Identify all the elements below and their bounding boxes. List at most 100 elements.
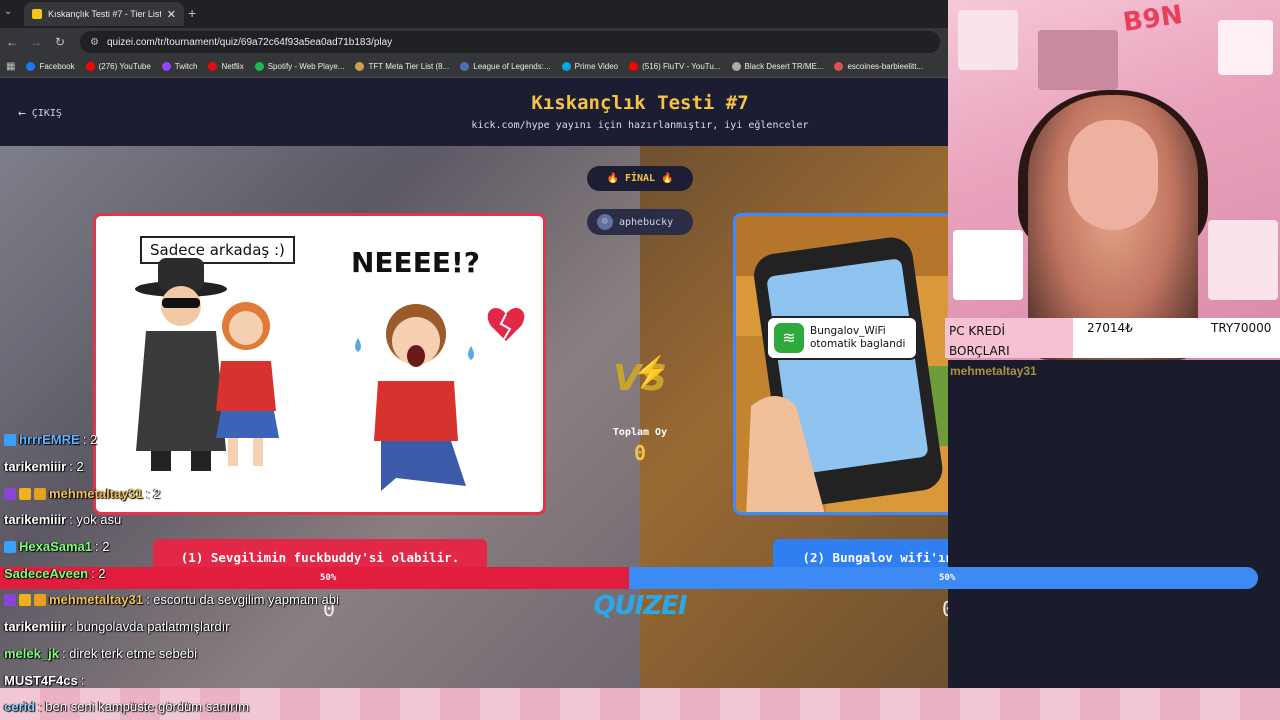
chat-username: MUST4F4cs bbox=[4, 673, 78, 688]
stream-logo: B9N bbox=[1121, 0, 1185, 39]
bookmark-label: Netflix bbox=[221, 62, 244, 71]
back-icon[interactable]: ← bbox=[0, 35, 24, 49]
chat-message: mehmetaltay31 : escortu da sevgilim yapm… bbox=[4, 592, 339, 607]
bookmark-item[interactable]: (516) FluTV - YouTu... bbox=[629, 62, 721, 71]
reload-icon[interactable]: ↻ bbox=[48, 35, 72, 49]
chat-text: : ben seni kampüste gördüm sanırım bbox=[38, 699, 250, 714]
chat-username: SadeceAveen bbox=[4, 566, 89, 581]
debt-label: PC KREDİ BORÇLARI bbox=[945, 318, 1073, 358]
option-right-card[interactable]: ≋ Bungalov_WiFi otomatik baglandi bbox=[733, 213, 948, 515]
bookmark-favicon-icon bbox=[834, 62, 844, 71]
bookmark-favicon-icon bbox=[355, 62, 365, 71]
wifi-text-line1: Bungalov_WiFi bbox=[810, 324, 886, 337]
apps-icon[interactable]: ▦ bbox=[6, 61, 15, 72]
exit-button[interactable]: ← ÇIKIŞ bbox=[18, 106, 62, 121]
chat-username: tarikemiiir bbox=[4, 459, 67, 474]
chat-message: MUST4F4cs : bbox=[4, 673, 84, 688]
bookmark-label: Spotify - Web Playe... bbox=[267, 62, 345, 71]
debt-label-line1: PC KREDİ bbox=[949, 324, 1005, 338]
chat-text: : 2 bbox=[91, 566, 106, 581]
bookmark-label: Twitch bbox=[174, 62, 198, 71]
chat-text: : 2 bbox=[145, 486, 161, 501]
browser-tab-bar: ⌄ Kıskançlık Testi #7 - Tier List, Kı ✕ … bbox=[0, 0, 948, 28]
arrow-left-icon: ← bbox=[18, 106, 26, 121]
bookmark-label: (276) YouTube bbox=[98, 62, 151, 71]
chat-message: mehmetaltay31 : 2 bbox=[4, 486, 160, 501]
bookmark-favicon-icon bbox=[208, 62, 218, 71]
quiz-title: Kıskançlık Testi #7 bbox=[531, 92, 749, 114]
bookmark-item[interactable]: Facebook bbox=[26, 62, 75, 71]
chat-text: : direk terk etme sebebi bbox=[61, 646, 198, 661]
bookmark-item[interactable]: Black Desert TR/ME... bbox=[731, 62, 824, 71]
url-text: quizei.com/tr/tournament/quiz/69a72c64f9… bbox=[106, 36, 393, 48]
chat-username: mehmetaltay31 bbox=[49, 486, 143, 501]
quiz-header: ← ÇIKIŞ Kıskançlık Testi #7 kick.com/hyp… bbox=[0, 78, 948, 146]
tab-title: Kıskançlık Testi #7 - Tier List, Kı bbox=[48, 9, 161, 19]
bookmark-item[interactable]: Twitch bbox=[161, 62, 198, 71]
bookmark-item[interactable]: Netflix bbox=[208, 62, 244, 71]
exit-label: ÇIKIŞ bbox=[31, 108, 62, 119]
tab-close-icon[interactable]: ✕ bbox=[167, 8, 176, 21]
chat-badge-icon bbox=[34, 487, 46, 500]
chat-username: HexaSama1 bbox=[19, 539, 92, 554]
webcam-overlay: B9N bbox=[948, 0, 1280, 360]
bookmark-label: Prime Video bbox=[574, 62, 619, 71]
new-tab-button[interactable]: + bbox=[188, 5, 196, 21]
bookmark-favicon-icon bbox=[161, 62, 171, 71]
bookmark-item[interactable]: escoines-barbieelitt... bbox=[834, 62, 923, 71]
browser-tab[interactable]: Kıskançlık Testi #7 - Tier List, Kı ✕ bbox=[24, 2, 184, 26]
tab-list-icon[interactable]: ⌄ bbox=[4, 6, 12, 17]
chat-badge-icon bbox=[34, 593, 46, 606]
bookmark-favicon-icon bbox=[254, 62, 264, 71]
quiz-subtitle: kick.com/hype yayını için hazırlanmıştır… bbox=[471, 120, 809, 131]
lightning-bolt-icon: ⚡ bbox=[632, 356, 670, 389]
bookmark-favicon-icon bbox=[85, 62, 95, 71]
bookmark-item[interactable]: Prime Video bbox=[561, 62, 619, 71]
tab-favicon-icon bbox=[32, 9, 42, 19]
bookmark-label: escoines-barbieelitt... bbox=[847, 62, 924, 71]
bookmark-favicon-icon bbox=[629, 62, 639, 71]
bookmark-item[interactable]: League of Legends:... bbox=[460, 62, 551, 71]
chat-username: cerid bbox=[4, 699, 36, 714]
bookmark-label: Black Desert TR/ME... bbox=[744, 62, 824, 71]
flame-icon: 🔥 bbox=[606, 173, 619, 184]
chat-username: tarikemiiir bbox=[4, 512, 67, 527]
wifi-icon: ≋ bbox=[774, 323, 804, 353]
chat-username: mehmetaltay31 bbox=[49, 592, 143, 607]
debt-value-2: TRY70000 bbox=[1211, 321, 1272, 335]
forward-icon[interactable]: → bbox=[24, 35, 48, 49]
chat-message: cerid : ben seni kampüste gördüm sanırım bbox=[4, 699, 249, 714]
url-field[interactable]: ⚙ quizei.com/tr/tournament/quiz/69a72c64… bbox=[80, 31, 940, 53]
creator-badge[interactable]: ☺ aphebucky bbox=[587, 209, 693, 235]
chat-text: : 2 bbox=[69, 459, 84, 474]
chat-message: tarikemiiir : 2 bbox=[4, 459, 84, 474]
option-right-illustration bbox=[736, 216, 948, 512]
quizei-logo[interactable]: QUIZEI bbox=[588, 591, 692, 621]
round-label: FİNAL bbox=[624, 173, 656, 184]
chat-message: HexaSama1 : 2 bbox=[4, 539, 109, 554]
chat-username: tarikemiiir bbox=[4, 619, 67, 634]
chat-badge-icon bbox=[4, 540, 16, 553]
bookmark-label: (516) FluTV - YouTu... bbox=[642, 62, 721, 71]
round-badge: 🔥 FİNAL 🔥 bbox=[587, 166, 693, 191]
site-info-icon[interactable]: ⚙ bbox=[90, 37, 99, 48]
bookmark-label: League of Legends:... bbox=[473, 62, 551, 71]
chat-badge-icon bbox=[19, 593, 31, 606]
bookmark-favicon-icon bbox=[731, 62, 741, 71]
flame-icon: 🔥 bbox=[661, 173, 674, 184]
chat-message: melek_jk : direk terk etme sebebi bbox=[4, 646, 197, 661]
bookmarks-bar: ▦ Facebook (276) YouTube Twitch Netflix Spot… bbox=[0, 56, 948, 78]
creator-name: aphebucky bbox=[619, 216, 674, 228]
bookmark-item[interactable]: TFT Meta Tier List (8... bbox=[355, 62, 449, 71]
chat-text: : yok asu bbox=[69, 512, 122, 527]
bookmark-favicon-icon bbox=[460, 62, 470, 71]
chat-username: hrrrEMRE bbox=[19, 432, 80, 447]
debt-value-1: 27014₺ bbox=[1087, 321, 1133, 335]
chat-message: tarikemiiir : yok asu bbox=[4, 512, 121, 527]
bookmark-item[interactable]: (276) YouTube bbox=[85, 62, 151, 71]
chat-text: : bbox=[80, 673, 85, 688]
bookmark-item[interactable]: Spotify - Web Playe... bbox=[254, 62, 345, 71]
chat-badge-icon bbox=[4, 593, 16, 606]
option-left-card[interactable]: Sadece arkadaş :) NEEEE!? bbox=[93, 213, 546, 515]
wifi-text-line2: otomatik baglandi bbox=[810, 338, 906, 350]
